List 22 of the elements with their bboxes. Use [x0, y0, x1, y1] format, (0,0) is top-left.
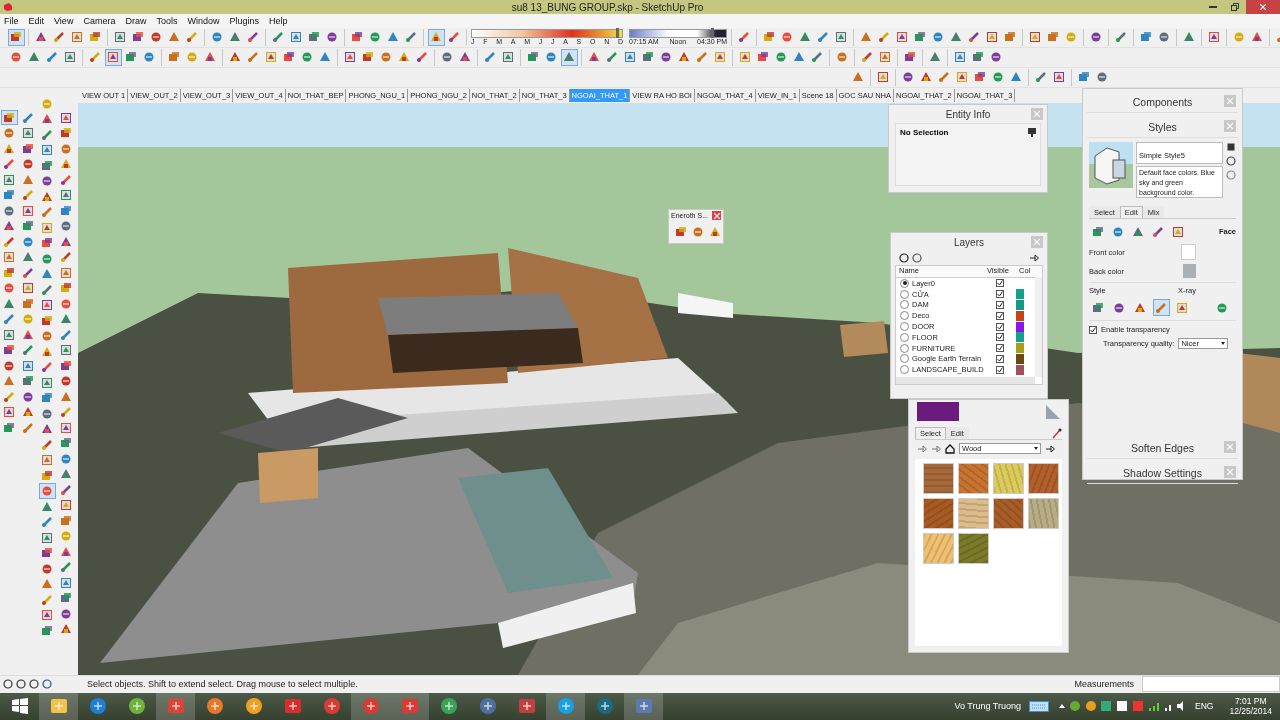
selection-label: No Selection	[900, 128, 949, 137]
tray-section-header[interactable]: Soften Edges	[1087, 438, 1238, 459]
menu-item[interactable]: Edit	[28, 16, 45, 27]
language-indicator[interactable]: ENG	[1195, 701, 1214, 712]
menu-item[interactable]: Plugins	[229, 16, 259, 27]
menu-item[interactable]: Camera	[83, 16, 116, 27]
menu-item[interactable]: View	[54, 16, 74, 27]
menu-item[interactable]: Window	[187, 16, 220, 27]
menu-item[interactable]: Help	[269, 16, 288, 27]
menu-item[interactable]: Draw	[125, 16, 147, 27]
tray-section-header[interactable]: Components	[1087, 92, 1238, 113]
menu-item[interactable]: File	[4, 16, 19, 27]
user-name: Vo Trung Truong	[954, 701, 1022, 712]
window-title: su8 13_BUNG GROUP.skp - SketchUp Pro	[510, 1, 705, 13]
panel-title: Entity Info	[945, 108, 991, 120]
panel-title: Layers	[954, 236, 984, 248]
tray-section-header[interactable]: Shadow Settings	[1087, 463, 1238, 484]
menu-item[interactable]: Tools	[156, 16, 178, 27]
measurements-label: Measurements	[1074, 679, 1134, 690]
status-message: Select objects. Shift to extend select. Drag mouse to select multiple.	[87, 679, 358, 690]
clock[interactable]: 7:01 PM 12/25/2014	[1221, 696, 1280, 717]
tray-section-header[interactable]: Styles	[1087, 117, 1238, 138]
